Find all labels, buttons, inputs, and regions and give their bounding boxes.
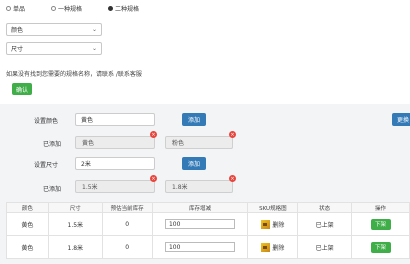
radio-single[interactable]: 单品 (6, 4, 25, 13)
color-tag: 粉色 (165, 136, 233, 149)
cell-status: 已上架 (297, 212, 353, 236)
spec-type-radio-group: 单品 一种规格 二种规格 (6, 4, 139, 13)
size-tag-label: 1.5米 (82, 184, 98, 191)
spec-select-first-value: 颜色 (11, 27, 24, 34)
stock-delta-input[interactable]: 100 (164, 242, 235, 252)
cell-action: 下架 (351, 235, 410, 259)
radio-one-spec-label: 一种规格 (58, 6, 83, 13)
cell-size: 1.8米 (47, 235, 103, 259)
column-header: SKU规格图 (247, 202, 299, 213)
color-input[interactable]: 黄色 (75, 113, 155, 126)
size-tag-label: 1.8米 (172, 184, 188, 191)
radio-dot-icon (6, 6, 11, 11)
stock-delta-input[interactable]: 100 (164, 219, 235, 229)
color-tag-label: 黄色 (82, 140, 95, 147)
color-row-label: 设置颜色 (34, 118, 59, 125)
add-size-button[interactable]: 添加 (182, 157, 206, 170)
cell-stock: 0 (101, 235, 153, 259)
color-tag-label: 粉色 (172, 140, 185, 147)
size-row-label: 设置尺寸 (34, 162, 59, 169)
column-header: 状态 (297, 202, 353, 213)
column-header: 尺寸 (47, 202, 103, 213)
table-row: 黄色 1.5米 0 100 删除 已上架 下架 (6, 212, 410, 236)
size-tag: 1.8米 (165, 180, 233, 193)
cell-stock: 0 (101, 212, 153, 236)
column-header: 操作 (351, 202, 410, 213)
remove-tag-icon[interactable]: × (150, 131, 157, 138)
color-input-value: 黄色 (81, 117, 94, 124)
radio-dot-selected-icon (108, 6, 114, 11)
cell-color: 黄色 (6, 212, 49, 236)
sku-delete-link[interactable]: 删除 (272, 243, 284, 252)
remove-tag-icon[interactable]: × (150, 175, 157, 182)
column-header: 库存增减 (151, 202, 249, 213)
chevron-down-icon: ⌄ (91, 45, 97, 52)
cell-status: 已上架 (297, 235, 353, 259)
cell-action: 下架 (351, 212, 410, 236)
delist-button[interactable]: 下架 (370, 241, 391, 253)
radio-two-spec[interactable]: 二种规格 (108, 4, 139, 13)
column-header: 预估当前库存 (101, 202, 153, 213)
spec-select-first[interactable]: 颜色 ⌄ (6, 23, 102, 36)
color-added-label: 已添加 (43, 141, 62, 148)
sku-image-thumbnail-icon[interactable] (261, 219, 271, 229)
delist-button[interactable]: 下架 (370, 218, 391, 230)
cell-sku: 删除 (247, 212, 299, 236)
color-tag: 黄色 (75, 136, 155, 149)
cell-delta: 100 (151, 212, 249, 236)
spec-select-second[interactable]: 尺寸 ⌄ (6, 42, 102, 55)
table-row: 黄色 1.8米 0 100 删除 已上架 下架 (6, 235, 410, 259)
sku-table: 颜色 尺寸 预估当前库存 库存增减 SKU规格图 状态 操作 黄色 1.5米 0… (6, 202, 410, 259)
sku-image-thumbnail-icon[interactable] (261, 242, 271, 252)
confirm-button[interactable]: 确认 (12, 83, 32, 95)
cell-delta: 100 (151, 235, 249, 259)
remove-tag-icon[interactable]: × (229, 131, 236, 138)
table-header-row: 颜色 尺寸 预估当前库存 库存增减 SKU规格图 状态 操作 (6, 202, 410, 213)
remove-tag-icon[interactable]: × (229, 175, 236, 182)
sku-delete-link[interactable]: 删除 (272, 220, 284, 229)
cell-color: 黄色 (6, 235, 49, 259)
column-header: 颜色 (6, 202, 49, 213)
radio-single-label: 单品 (13, 6, 26, 13)
size-tag: 1.5米 (75, 180, 155, 193)
side-button[interactable]: 更换 (392, 113, 410, 126)
radio-one-spec[interactable]: 一种规格 (51, 4, 82, 13)
size-added-label: 已添加 (43, 186, 62, 193)
add-color-button[interactable]: 添加 (182, 113, 206, 126)
cell-size: 1.5米 (47, 212, 103, 236)
radio-dot-icon (51, 6, 57, 11)
spec-select-second-value: 尺寸 (11, 46, 24, 53)
size-input-value: 2米 (81, 161, 91, 168)
cell-sku: 删除 (247, 235, 299, 259)
chevron-down-icon: ⌄ (91, 26, 97, 33)
spec-hint-text: 如果没有找到您需要的规格名称，请联系 /联系客服 (6, 71, 142, 78)
size-input[interactable]: 2米 (75, 157, 155, 170)
radio-two-spec-label: 二种规格 (115, 6, 140, 13)
